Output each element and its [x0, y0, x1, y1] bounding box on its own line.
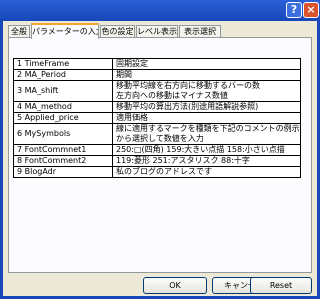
parameter-table[interactable]: 1 TimeFrame 固期設定 2 MA_Period 期間 3 MA_shi…	[13, 58, 301, 178]
param-name: 7 FontCommnet1	[13, 144, 113, 156]
param-name: 6 MySymbols	[13, 123, 113, 145]
param-description: 119:菱形 251:アスタリスク 88:十字	[112, 155, 301, 167]
param-description: 適用価格	[112, 112, 301, 124]
close-button[interactable]: ×	[303, 2, 319, 18]
title-bar: ? ×	[0, 0, 320, 21]
table-row[interactable]: 2 MA_Period 期間	[13, 69, 301, 81]
param-name: 2 MA_Period	[13, 69, 113, 81]
param-name: 9 BlogAdr	[13, 166, 113, 178]
param-name: 8 FontComment2	[13, 155, 113, 167]
param-description-line: 左方向への移動はマイナス数値	[116, 91, 228, 100]
param-description: 移動平均線を右方向に移動するバーの数 左方向への移動はマイナス数値	[112, 80, 301, 102]
param-description: 移動平均の算出方法(別途用語解説参照)	[112, 101, 301, 113]
param-name: 4 MA_method	[13, 101, 113, 113]
dialog-body: 全般 パラメーターの入力 色の設定 レベル表示 表示選択 1 TimeFrame…	[0, 21, 320, 299]
table-row[interactable]: 3 MA_shift 移動平均線を右方向に移動するバーの数 左方向への移動はマイ…	[13, 80, 301, 102]
param-description: 期間	[112, 69, 301, 81]
table-row[interactable]: 5 Applied_price 適用価格	[13, 112, 301, 124]
help-button[interactable]: ?	[286, 2, 302, 18]
param-description-line: 線に適用するマークを種類を下記のコメントの例示	[116, 124, 300, 134]
param-description: 私のブログのアドレスです	[112, 166, 301, 178]
table-row[interactable]: 6 MySymbols 線に適用するマークを種類を下記のコメントの例示 から選択…	[13, 123, 301, 145]
param-description: 固期設定	[112, 58, 301, 70]
reset-button[interactable]: Reset	[250, 277, 312, 294]
param-name: 1 TimeFrame	[13, 58, 113, 70]
table-row[interactable]: 1 TimeFrame 固期設定	[13, 58, 301, 70]
table-row[interactable]: 9 BlogAdr 私のブログのアドレスです	[13, 166, 301, 178]
param-name: 3 MA_shift	[13, 80, 113, 102]
table-row[interactable]: 4 MA_method 移動平均の算出方法(別途用語解説参照)	[13, 101, 301, 113]
ok-button[interactable]: OK	[143, 277, 207, 294]
param-description: 250:□(四角) 159:大きい点描 158:小さい点描	[112, 144, 301, 156]
table-row[interactable]: 7 FontCommnet1 250:□(四角) 159:大きい点描 158:小…	[13, 144, 301, 156]
param-name: 5 Applied_price	[13, 112, 113, 124]
table-row[interactable]: 8 FontComment2 119:菱形 251:アスタリスク 88:十字	[13, 155, 301, 167]
param-description-line: 移動平均線を右方向に移動するバーの数	[116, 81, 260, 91]
tab-parameters[interactable]: パラメーターの入力	[31, 23, 99, 39]
param-description-line: から選択して数値を入力	[116, 134, 204, 143]
param-description: 線に適用するマークを種類を下記のコメントの例示 から選択して数値を入力	[112, 123, 301, 145]
